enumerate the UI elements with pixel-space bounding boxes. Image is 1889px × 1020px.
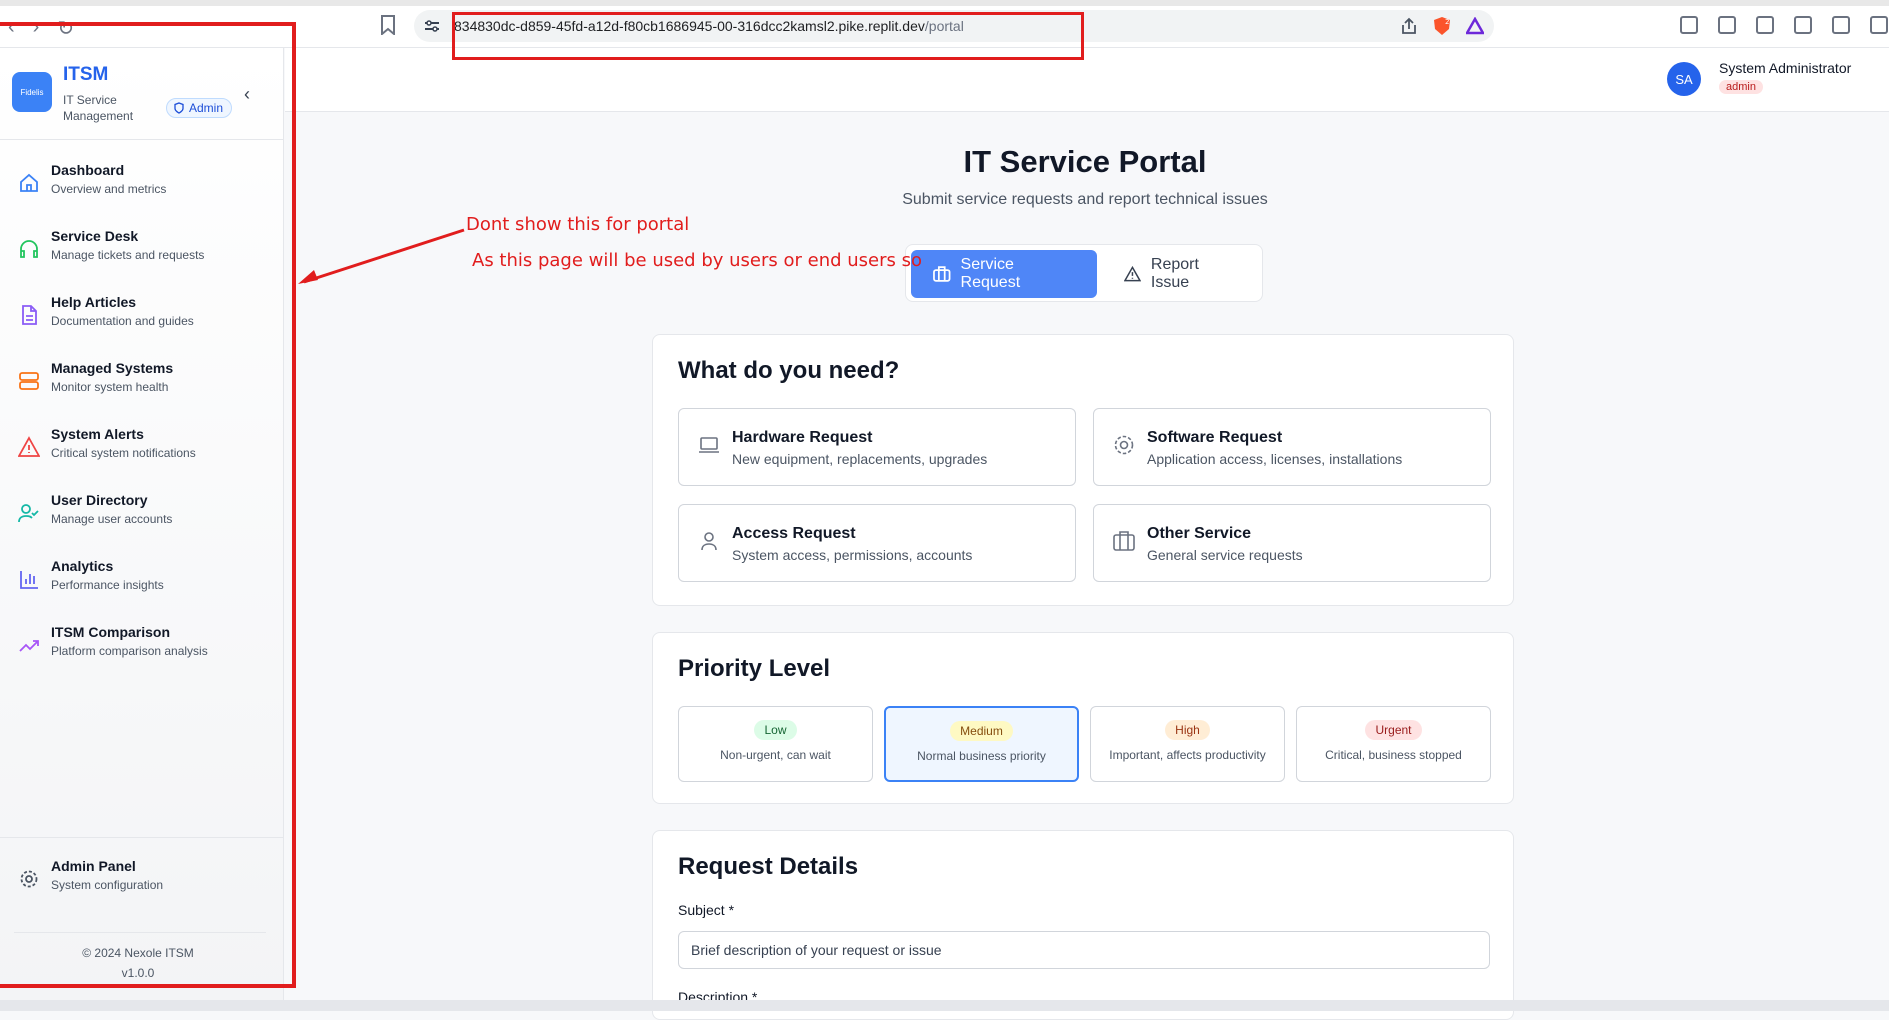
avatar[interactable]: SA [1667,62,1701,96]
subject-input[interactable]: Brief description of your request or iss… [678,931,1490,969]
briefcase-icon [1113,531,1135,551]
priority-desc: Important, affects productivity [1109,748,1266,762]
gear-icon [1114,435,1134,455]
priority-desc: Normal business priority [917,749,1046,763]
request-category-card: What do you need? Hardware Request New e… [652,334,1514,606]
priority-badge: Low [754,720,797,740]
priority-urgent[interactable]: Urgent Critical, business stopped [1296,706,1491,782]
share-icon[interactable] [1400,17,1418,35]
option-hardware-request[interactable]: Hardware Request New equipment, replacem… [678,408,1076,486]
priority-low[interactable]: Low Non-urgent, can wait [678,706,873,782]
alert-triangle-icon [1124,266,1141,282]
page-subtitle: Submit service requests and report techn… [902,191,1268,208]
shield-count: 2 [1445,18,1449,26]
page-title: IT Service Portal [963,144,1207,179]
option-desc: General service requests [1147,547,1303,563]
section-title: Priority Level [678,655,831,682]
option-access-request[interactable]: Access Request System access, permission… [678,504,1076,582]
option-title: Other Service [1147,525,1252,542]
portal-main: IT Service Portal Submit service request… [285,112,1889,1020]
priority-badge: Urgent [1365,720,1422,740]
tab-service-request[interactable]: Service Request [911,250,1097,298]
tab-label: Service Request [960,256,1021,291]
priority-badge: Medium [950,721,1013,741]
vpn-icon[interactable] [1870,16,1888,34]
subject-label: Subject * [678,902,735,918]
request-details-card: Request Details Subject * Brief descript… [652,830,1514,1020]
tab-report-issue[interactable]: Report Issue [1102,250,1258,298]
user-icon [701,532,717,551]
option-title: Access Request [732,525,856,542]
user-name: System Administrator [1719,60,1852,76]
user-role-badge: admin [1719,80,1763,94]
option-desc: System access, permissions, accounts [732,547,973,563]
tab-strip [0,0,1889,6]
option-software-request[interactable]: Software Request Application access, lic… [1093,408,1491,486]
annotation-url-highlight [452,12,1084,60]
priority-desc: Critical, business stopped [1325,748,1462,762]
request-type-toggle: Service Request Report Issue [905,244,1263,302]
annotation-note: As this page will be used by users or en… [472,250,923,271]
priority-card: Priority Level Low Non-urgent, can wait … [652,632,1514,804]
os-taskbar [0,1000,1889,1011]
priority-desc: Non-urgent, can wait [720,748,831,762]
address-bar-actions: 2 [1400,16,1484,36]
site-settings-icon[interactable] [424,18,440,34]
priority-medium[interactable]: Medium Normal business priority [884,706,1079,782]
sidebar-toggle-icon[interactable] [1756,16,1774,34]
briefcase-icon [933,266,951,282]
priority-badge: High [1165,720,1210,740]
option-other-service[interactable]: Other Service General service requests [1093,504,1491,582]
annotation-sidebar-highlight [0,22,296,988]
tab-label: Report Issue [1150,256,1199,291]
rewards-icon[interactable] [1466,17,1484,35]
screenshot-icon[interactable] [1680,16,1698,34]
leo-ai-icon[interactable] [1832,16,1850,34]
laptop-icon [699,437,719,453]
option-desc: Application access, licenses, installati… [1147,451,1403,467]
section-title: What do you need? [678,357,900,384]
browser-extensions [1680,16,1888,34]
option-title: Hardware Request [732,429,873,446]
annotation-note: Dont show this for portal [466,214,690,235]
priority-high[interactable]: High Important, affects productivity [1090,706,1285,782]
section-title: Request Details [678,853,859,880]
brave-shield-icon[interactable]: 2 [1432,16,1452,36]
wallet-icon[interactable] [1794,16,1812,34]
option-title: Software Request [1147,429,1283,446]
download-icon[interactable] [1718,16,1736,34]
annotation-arrow-icon [298,228,465,284]
option-desc: New equipment, replacements, upgrades [732,451,988,467]
bookmark-icon[interactable] [380,15,396,35]
